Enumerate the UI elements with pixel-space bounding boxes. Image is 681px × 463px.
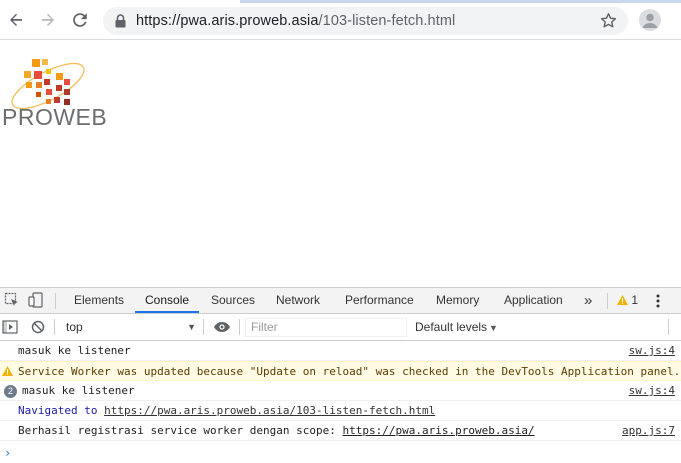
console-prompt-icon: › (4, 446, 12, 460)
console-filter-input[interactable]: Filter (245, 318, 407, 337)
tab-network[interactable]: Network (276, 288, 320, 313)
source-link[interactable]: sw.js:4 (629, 341, 675, 361)
address-bar[interactable]: https://pwa.aris.proweb.asia/103-listen-… (103, 7, 628, 35)
console-message: Berhasil registrasi service worker denga… (0, 421, 681, 441)
toolbar-divider (54, 319, 55, 335)
context-selector[interactable]: top ▼ (58, 318, 198, 336)
url-text[interactable]: https://pwa.aris.proweb.asia/103-listen-… (136, 13, 455, 29)
dropdown-arrow-icon: ▼ (187, 322, 196, 332)
dropdown-arrow-icon: ▼ (489, 323, 498, 333)
message-text: Berhasil registrasi service worker denga… (18, 421, 535, 441)
bookmark-star-icon[interactable] (600, 12, 617, 29)
toolbar-divider (607, 293, 608, 309)
console-toolbar: top ▼ Filter Default levels ▼ (0, 314, 681, 341)
browser-toolbar: https://pwa.aris.proweb.asia/103-listen-… (0, 0, 681, 40)
console-message: 2 masuk ke listener sw.js:4 (0, 381, 681, 401)
message-text: masuk ke listener (22, 384, 135, 397)
levels-label: Default levels (415, 320, 488, 334)
filter-placeholder: Filter (251, 320, 278, 334)
tab-application[interactable]: Application (504, 288, 563, 313)
navigation-link[interactable]: https://pwa.aris.proweb.asia/103-listen-… (104, 404, 435, 417)
tab-memory[interactable]: Memory (436, 288, 479, 313)
forward-button[interactable] (36, 8, 60, 32)
person-icon (642, 13, 658, 28)
more-options-icon[interactable] (656, 294, 660, 308)
warning-icon (2, 366, 13, 376)
eye-icon[interactable] (213, 320, 231, 334)
message-prefix: Navigated to (18, 404, 105, 417)
console-warning: Service Worker was updated because "Upda… (0, 361, 681, 381)
url-host: https://pwa.aris.proweb.asia (136, 13, 319, 29)
devtools-panel: Elements Console Sources Network Perform… (0, 287, 681, 461)
message-text: Service Worker was updated because "Upda… (18, 365, 681, 378)
reload-icon (73, 13, 87, 27)
inspect-element-icon[interactable] (4, 292, 20, 308)
clear-console-icon[interactable] (30, 319, 46, 335)
warning-count-value: 1 (631, 293, 639, 307)
console-navigation-message: Navigated to https://pwa.aris.proweb.asi… (0, 401, 681, 421)
back-button[interactable] (4, 8, 28, 32)
profile-avatar[interactable] (639, 9, 661, 31)
message-text: masuk ke listener (18, 344, 131, 357)
scope-link[interactable]: https://pwa.aris.proweb.asia/ (343, 424, 535, 437)
more-tabs-button[interactable]: » (584, 288, 592, 313)
page-content: PROWEB (0, 41, 681, 287)
log-levels-dropdown[interactable]: Default levels ▼ (415, 318, 498, 337)
lock-icon[interactable] (115, 14, 126, 28)
arrow-right-icon (42, 13, 54, 26)
source-link[interactable]: app.js:7 (622, 421, 675, 441)
console-prompt-row[interactable]: › (0, 441, 681, 461)
logo-text: PROWEB (2, 104, 108, 130)
message-text: Navigated to https://pwa.aris.proweb.asi… (18, 401, 435, 421)
repeat-count-badge: 2 (4, 385, 17, 398)
context-value: top (66, 320, 83, 334)
warning-counter[interactable]: 1 (617, 288, 638, 313)
toolbar-divider (668, 319, 669, 335)
toolbar-divider (203, 319, 204, 335)
device-toolbar-icon[interactable] (28, 292, 44, 308)
console-log: masuk ke listener sw.js:4 Service Worker… (0, 341, 681, 461)
url-path: /103-listen-fetch.html (318, 13, 456, 29)
tab-elements[interactable]: Elements (74, 288, 124, 313)
message-prefix: Berhasil registrasi service worker denga… (18, 424, 343, 437)
warning-icon (617, 295, 628, 305)
arrow-left-icon (10, 13, 22, 26)
toolbar-divider (55, 293, 56, 309)
tab-strip-edge (240, 0, 681, 3)
toolbar-divider (239, 319, 240, 335)
devtools-tabbar: Elements Console Sources Network Perform… (0, 288, 681, 314)
source-link[interactable]: sw.js:4 (629, 381, 675, 401)
reload-button[interactable] (68, 8, 92, 32)
console-message: masuk ke listener sw.js:4 (0, 341, 681, 361)
show-sidebar-icon[interactable] (2, 319, 18, 335)
tab-console[interactable]: Console (135, 288, 200, 313)
tab-performance[interactable]: Performance (345, 288, 414, 313)
tab-sources[interactable]: Sources (211, 288, 255, 313)
